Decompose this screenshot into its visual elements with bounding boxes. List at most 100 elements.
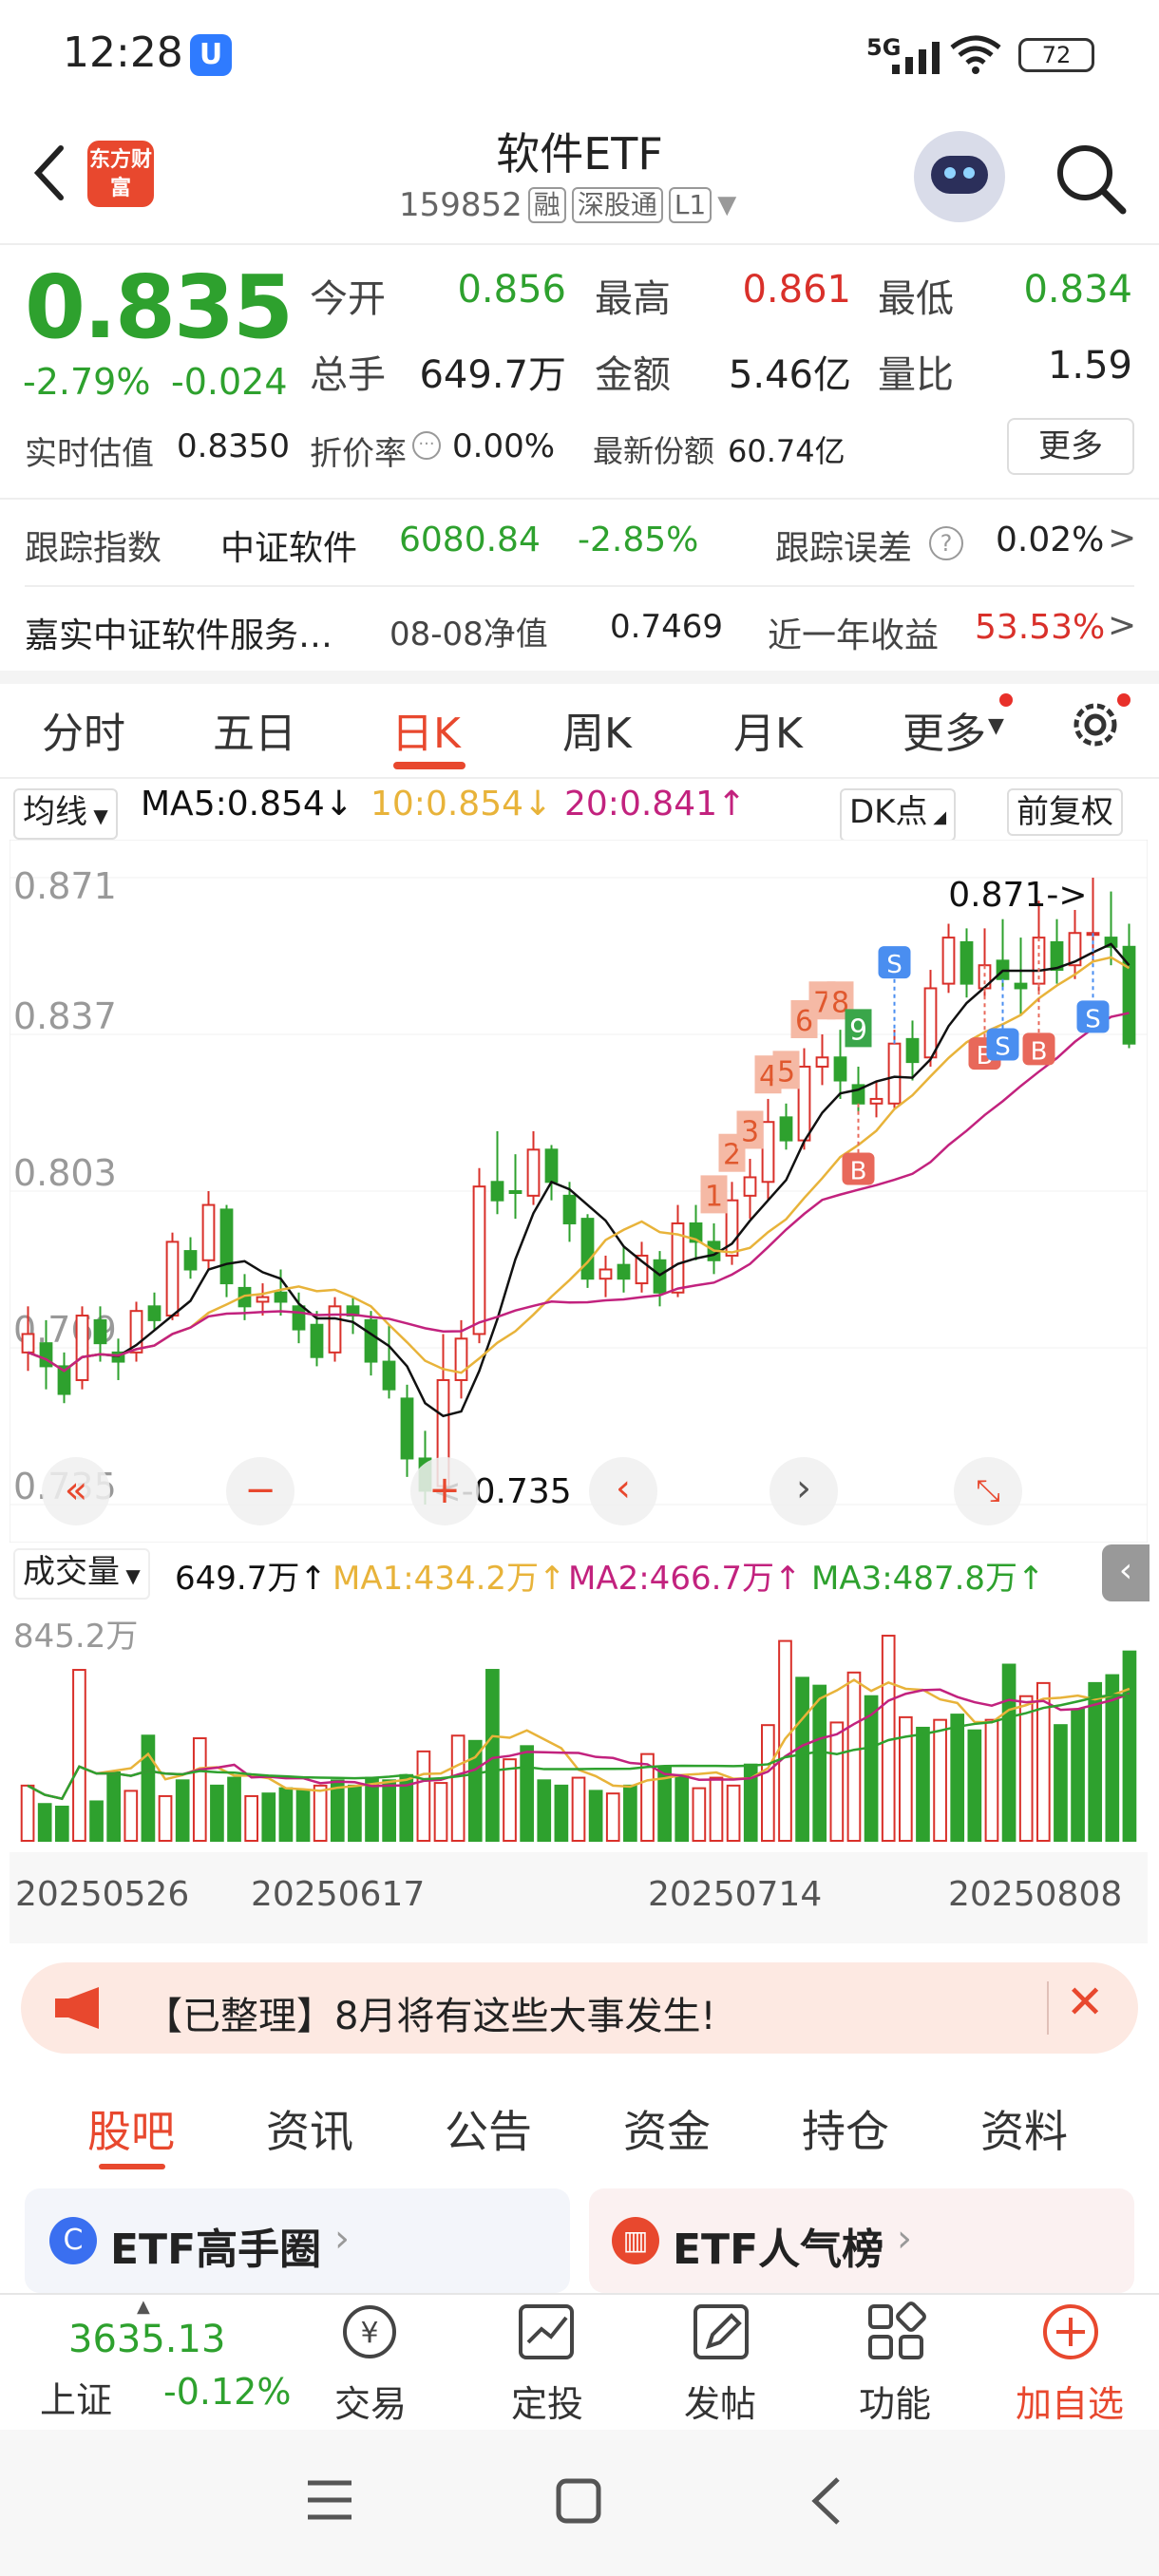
back-nav-icon[interactable] (808, 2475, 846, 2527)
candle (887, 1042, 902, 1105)
chevron-right-icon[interactable]: > (1108, 606, 1136, 645)
candle (815, 1056, 829, 1068)
candle (256, 1296, 270, 1303)
volume-bar (278, 1787, 294, 1843)
candle (905, 1037, 920, 1064)
iopv-value: 0.8350 (177, 427, 290, 465)
fund-name[interactable]: 嘉实中证软件服务… (25, 608, 332, 657)
price-adjust-selector[interactable]: 前复权 (1007, 788, 1123, 836)
sell-label: S (886, 951, 902, 979)
divider (0, 498, 1159, 500)
svg-text:¥: ¥ (360, 2317, 378, 2350)
volume-bar (485, 1669, 500, 1843)
zoom-out-button[interactable]: − (226, 1457, 294, 1525)
nav-fixed-investment[interactable]: 定投 (481, 2375, 614, 2427)
volume-max-label: 845.2万 (13, 1618, 138, 1656)
search-icon[interactable] (1053, 141, 1129, 217)
assistant-avatar[interactable] (914, 131, 1005, 222)
help-icon[interactable]: ? (929, 526, 963, 560)
volume-chart: 845.2万 (10, 1603, 1148, 1854)
edit-post-icon[interactable] (688, 2299, 754, 2365)
etf-popularity-card[interactable]: ▥ ETF人气榜 › (589, 2188, 1134, 2293)
candle (93, 1318, 107, 1345)
candle (147, 1305, 162, 1321)
candle (598, 1268, 613, 1280)
connect-tag: 深股通 (571, 187, 663, 223)
index-value[interactable]: 3635.13 (68, 2318, 225, 2361)
divider (0, 243, 1159, 245)
tab-announcements[interactable]: 公告 (445, 2097, 532, 2160)
tab-funds[interactable]: 资金 (623, 2097, 711, 2160)
tab-intraday[interactable]: 分时 (42, 699, 125, 760)
megaphone-icon (55, 1987, 99, 2029)
battery-indicator: 72 (1018, 38, 1094, 72)
collapse-panel-icon[interactable]: ‹ (1102, 1544, 1150, 1601)
volume-bar (967, 1729, 982, 1842)
more-button[interactable]: 更多 (1007, 418, 1134, 475)
nav-add-watchlist[interactable]: 加自选 (1003, 2375, 1136, 2427)
volume-value: 649.7万 (419, 353, 566, 397)
volume-bar (692, 1787, 707, 1843)
scroll-right-button[interactable]: › (770, 1457, 838, 1525)
tab-five-day[interactable]: 五日 (213, 699, 296, 760)
home-icon[interactable] (555, 2477, 602, 2525)
etf-master-circle-card[interactable]: C ETF高手圈 › (25, 2188, 570, 2293)
tracking-index-name[interactable]: 中证软件 (220, 521, 357, 570)
candle (328, 1305, 342, 1354)
volume-bar (554, 1784, 569, 1842)
volume-bar (933, 1718, 947, 1842)
date-tick: 20250526 (15, 1875, 190, 1914)
candle (382, 1360, 396, 1391)
investment-chart-icon[interactable] (513, 2299, 580, 2365)
volume-bar (141, 1734, 156, 1842)
tab-news[interactable]: 资讯 (266, 2097, 353, 2160)
low-value: 0.834 (1023, 268, 1132, 312)
notice-text: 【已整理】8月将有这些大事发生! (144, 1995, 716, 2038)
buy-label: B (850, 1158, 867, 1186)
volume-bar (503, 1758, 517, 1843)
jump-start-button[interactable]: « (42, 1457, 110, 1525)
more-dots-icon[interactable]: ··· (412, 431, 441, 460)
shares-label: 最新份额 (593, 433, 715, 469)
candle (310, 1323, 324, 1358)
nav-post[interactable]: 发帖 (654, 2375, 787, 2427)
chevron-right-icon[interactable]: > (1108, 519, 1136, 558)
candle (183, 1250, 198, 1271)
tab-monthly-k[interactable]: 月K (733, 699, 803, 760)
signal-label: 3 (741, 1115, 759, 1148)
volume-indicator-selector[interactable]: 成交量 ▼ (13, 1548, 150, 1600)
candle (941, 937, 956, 985)
ma-selector[interactable]: 均线 ▼ (13, 788, 118, 840)
nav-functions[interactable]: 功能 (828, 2375, 961, 2427)
dk-point-selector[interactable]: DK点 ◢ (840, 788, 957, 842)
volume-bar (37, 1803, 52, 1842)
settings-gear-icon[interactable] (1066, 695, 1125, 754)
notice-banner[interactable]: 【已整理】8月将有这些大事发生! ✕ (21, 1962, 1138, 2054)
candlestick-chart[interactable]: 0.8710.8370.8030.7690.7350.871-><-0.7351… (10, 840, 1148, 1543)
level-tag: L1 (668, 187, 712, 223)
tab-more[interactable]: 更多 (902, 699, 986, 760)
volume-bar (20, 1784, 35, 1842)
tab-daily-k[interactable]: 日K (391, 699, 461, 760)
signal-icon (892, 42, 940, 74)
tab-weekly-k[interactable]: 周K (562, 699, 632, 760)
nav-trade[interactable]: 交易 (304, 2375, 437, 2427)
scroll-left-button[interactable]: ‹ (589, 1457, 657, 1525)
index-name: 上证 (40, 2379, 113, 2421)
volume-bar (175, 1779, 190, 1843)
sell-label: S (1085, 1005, 1101, 1033)
functions-grid-icon[interactable] (863, 2299, 929, 2365)
tab-profile[interactable]: 资料 (980, 2097, 1068, 2160)
volume-bar (416, 1750, 431, 1843)
menu-icon[interactable] (306, 2479, 353, 2521)
fullscreen-icon[interactable]: ⤡ (954, 1457, 1022, 1525)
tracking-index-pct: -2.85% (578, 521, 699, 559)
security-code-line[interactable]: 159852 融 深股通 L1 ▼ (399, 186, 736, 224)
tab-guba[interactable]: 股吧 (87, 2097, 175, 2160)
trade-yen-icon[interactable]: ¥ (336, 2299, 403, 2365)
zoom-in-button[interactable]: + (410, 1457, 479, 1525)
tab-holdings[interactable]: 持仓 (802, 2097, 889, 2160)
volume-bar (812, 1684, 827, 1842)
close-icon[interactable]: ✕ (1066, 1976, 1104, 2029)
add-watchlist-icon[interactable] (1037, 2299, 1104, 2365)
